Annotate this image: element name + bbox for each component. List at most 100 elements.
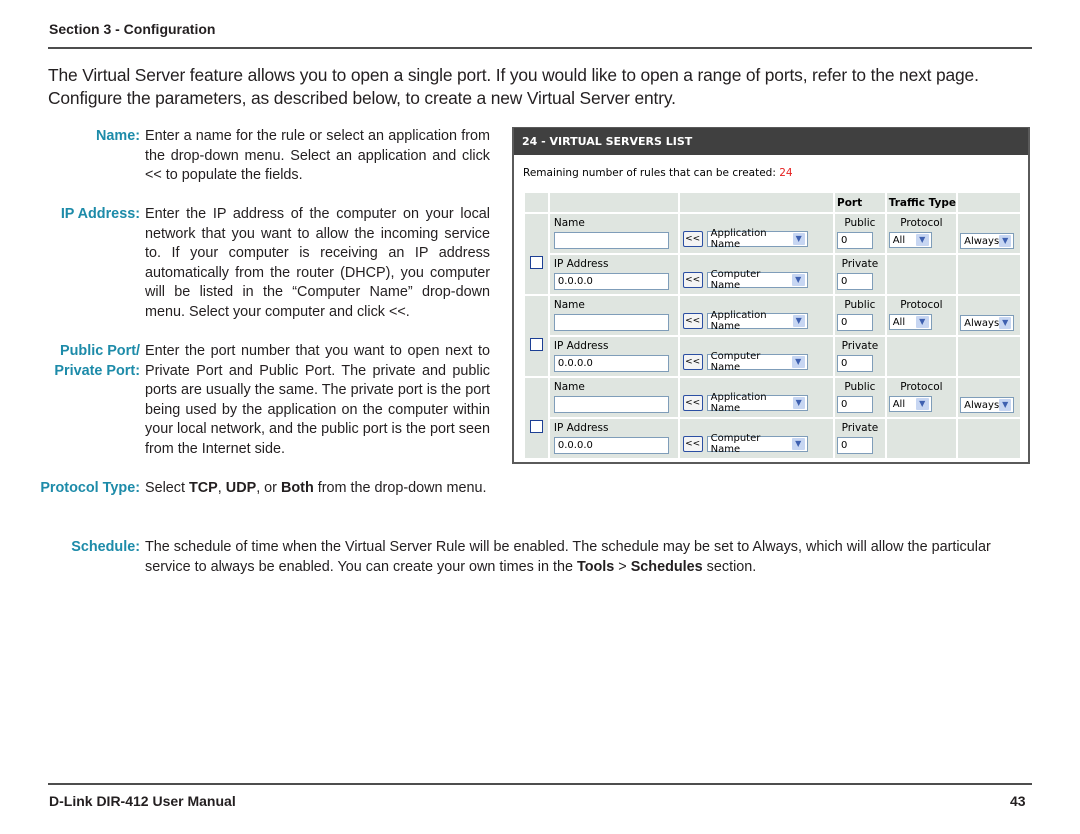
protocol-label: Protocol <box>900 299 943 311</box>
empty-cell <box>886 255 957 294</box>
select-value: Always <box>964 317 1000 329</box>
protocol-label: Protocol <box>900 381 943 393</box>
chevron-down-icon: ▼ <box>792 397 805 409</box>
name-cell: Name <box>549 214 678 253</box>
application-name-select[interactable]: Application Name ▼ <box>706 392 808 414</box>
protocol-select[interactable]: All ▼ <box>888 396 932 412</box>
term-label: Public Port/ <box>60 343 140 359</box>
text: section. <box>702 558 757 575</box>
application-name-select[interactable]: Application Name ▼ <box>706 310 808 332</box>
rule-enable-checkbox[interactable] <box>530 420 543 433</box>
header-port: Port <box>835 193 885 212</box>
footer-manual-title: D-Link DIR-412 User Manual <box>49 793 236 809</box>
public-port-cell: Public 0 <box>835 214 885 253</box>
select-value: Application Name <box>710 310 767 332</box>
ip-cell: IP Address 0.0.0.0 <box>549 419 678 458</box>
name-input[interactable] <box>553 232 669 249</box>
protocol-label: Protocol <box>900 217 943 229</box>
computer-name-select[interactable]: Computer Name ▼ <box>706 269 808 291</box>
ip-cell: IP Address 0.0.0.0 <box>549 337 678 376</box>
private-port-input[interactable]: 0 <box>837 355 874 372</box>
protocol-cell: Protocol All ▼ <box>886 296 957 335</box>
populate-computer-button[interactable]: << <box>682 436 703 452</box>
remaining-label: Remaining number of rules that can be cr… <box>523 167 780 179</box>
populate-app-button[interactable]: << <box>682 313 703 329</box>
private-port-input[interactable]: 0 <box>837 437 874 454</box>
text-bold: TCP <box>189 480 218 496</box>
remaining-rules: Remaining number of rules that can be cr… <box>523 167 1028 183</box>
rule-enable-checkbox[interactable] <box>530 338 543 351</box>
populate-computer-button[interactable]: << <box>682 272 703 288</box>
chevron-down-icon: ▼ <box>792 233 805 245</box>
public-port-input[interactable]: 0 <box>837 314 874 331</box>
ip-address-input[interactable]: 0.0.0.0 <box>553 355 669 372</box>
populate-computer-button[interactable]: << <box>682 354 703 370</box>
app-select-cell: << Application Name ▼ <box>679 378 834 417</box>
term-desc: Enter the port number that you want to o… <box>145 343 490 457</box>
text: The schedule of time when the Virtual Se… <box>145 539 991 575</box>
chevron-down-icon: ▼ <box>791 438 805 450</box>
private-port-input[interactable]: 0 <box>837 273 874 290</box>
protocol-select[interactable]: All ▼ <box>888 232 932 248</box>
empty-cell <box>958 255 1020 294</box>
select-value: All <box>892 316 906 328</box>
text-bold: Both <box>280 480 314 496</box>
table-header: Port Traffic Type <box>525 193 1020 212</box>
term-label: Private Port: <box>54 362 140 379</box>
schedule-select[interactable]: Always ▼ <box>960 397 1015 413</box>
text-bold: Tools <box>576 558 615 575</box>
populate-app-button[interactable]: << <box>682 395 703 411</box>
name-input[interactable] <box>553 396 669 413</box>
private-label: Private <box>841 258 879 270</box>
computer-name-select[interactable]: Computer Name ▼ <box>706 351 808 373</box>
term-label: Schedule: <box>71 539 140 555</box>
text: > <box>614 558 631 575</box>
schedule-select[interactable]: Always ▼ <box>960 315 1015 331</box>
rule-row-private: IP Address 0.0.0.0 << Computer Name ▼ Private… <box>525 419 1020 458</box>
schedule-cell: Always ▼ <box>958 296 1020 335</box>
rule-check-cell <box>525 378 548 458</box>
rule-check-cell <box>525 296 548 376</box>
ip-address-input[interactable]: 0.0.0.0 <box>553 437 669 454</box>
term-desc: Enter the IP address of the computer on … <box>145 206 490 320</box>
virtual-servers-panel: 24 - VIRTUAL SERVERS LIST Remaining numb… <box>512 127 1030 464</box>
private-port-cell: Private 0 <box>835 255 885 294</box>
select-value: Computer Name <box>710 269 761 291</box>
application-name-select[interactable]: Application Name ▼ <box>706 228 808 250</box>
public-port-input[interactable]: 0 <box>837 396 874 413</box>
ip-cell: IP Address 0.0.0.0 <box>549 255 678 294</box>
public-port-input[interactable]: 0 <box>837 232 874 249</box>
term-desc: Select TCP, UDP, or Both from the drop-d… <box>145 479 545 499</box>
chevron-down-icon: ▼ <box>791 356 805 368</box>
chevron-down-icon: ▼ <box>915 234 929 246</box>
protocol-cell: Protocol All ▼ <box>886 214 957 253</box>
name-label: Name <box>553 217 585 229</box>
private-label: Private <box>841 422 879 434</box>
rule-row-public: Name << Application Name ▼ Public 0 Protocol Al… <box>525 378 1020 458</box>
computer-name-select[interactable]: Computer Name ▼ <box>706 433 808 455</box>
chevron-down-icon: ▼ <box>999 235 1012 247</box>
schedule-select[interactable]: Always ▼ <box>960 233 1015 249</box>
rule-enable-checkbox[interactable] <box>530 256 543 269</box>
header-cell <box>679 193 834 212</box>
chevron-down-icon: ▼ <box>792 315 805 327</box>
name-label: Name <box>553 381 585 393</box>
select-value: All <box>892 398 906 410</box>
header-label: Port <box>837 196 863 209</box>
rule-row-public: Name << Application Name ▼ Public 0 Protocol Al… <box>525 214 1020 294</box>
term-desc: The schedule of time when the Virtual Se… <box>145 538 1033 577</box>
header-divider <box>48 47 1032 49</box>
name-label: Name <box>553 299 585 311</box>
remaining-count: 24 <box>779 167 793 179</box>
app-select-cell: << Application Name ▼ <box>679 296 834 335</box>
protocol-select[interactable]: All ▼ <box>888 314 932 330</box>
term-label: Protocol Type: <box>40 480 140 496</box>
panel-title: 24 - VIRTUAL SERVERS LIST <box>514 128 1028 155</box>
name-input[interactable] <box>553 314 669 331</box>
populate-app-button[interactable]: << <box>682 231 703 247</box>
ip-address-input[interactable]: 0.0.0.0 <box>553 273 669 290</box>
ip-label: IP Address <box>553 422 609 434</box>
schedule-cell: Always ▼ <box>958 378 1020 417</box>
virtual-servers-table: Port Traffic Type Name << Application Name… <box>523 191 1022 460</box>
term-label: Name: <box>96 128 140 144</box>
